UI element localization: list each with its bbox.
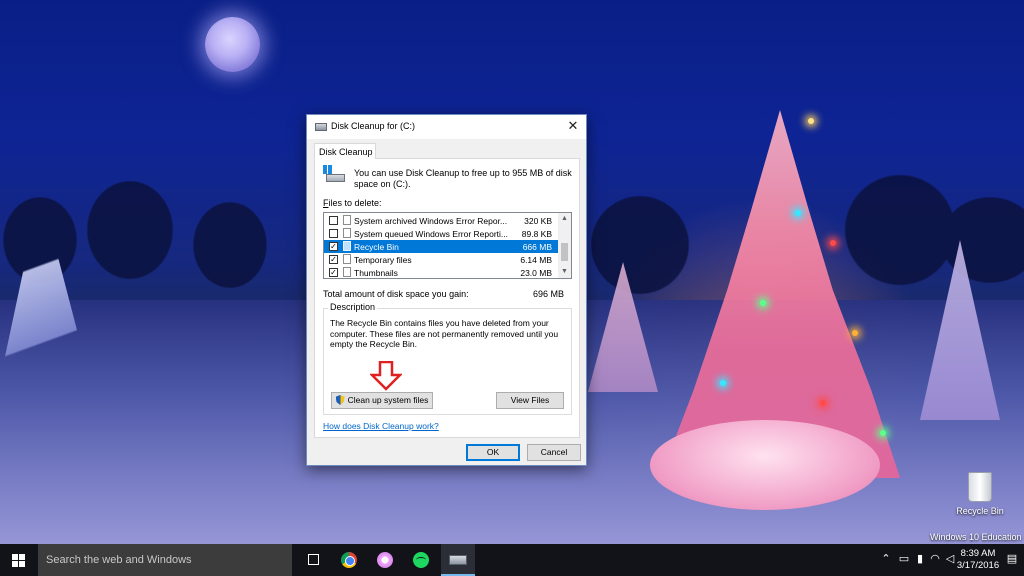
checkbox-checked[interactable]: ✓ <box>329 268 338 277</box>
files-to-delete-list[interactable]: System archived Windows Error Repor... 3… <box>323 212 572 279</box>
recycle-bin-label: Recycle Bin <box>956 506 1004 516</box>
tree-light <box>760 300 766 306</box>
start-button[interactable] <box>0 544 38 576</box>
taskbar: Search the web and Windows ⌃ ▭ ▮ ◠ ◁ 8:3… <box>0 544 1024 576</box>
spotify-button[interactable] <box>404 544 438 576</box>
wifi-icon[interactable]: ◠ <box>929 553 941 565</box>
tree-light <box>852 330 858 336</box>
file-icon <box>343 228 351 238</box>
windows-logo-icon <box>12 554 25 567</box>
tree-light <box>880 430 886 436</box>
cancel-button[interactable]: Cancel <box>527 444 581 461</box>
checkbox-checked[interactable]: ✓ <box>329 242 338 251</box>
scroll-up-icon[interactable]: ▲ <box>558 213 571 225</box>
scrollbar-thumb[interactable] <box>561 243 568 261</box>
chrome-button[interactable] <box>332 544 366 576</box>
action-center-icon[interactable]: ▤ <box>1006 553 1018 565</box>
view-files-button[interactable]: View Files <box>496 392 564 409</box>
itunes-icon <box>377 552 393 568</box>
total-space-value: 696 MB <box>532 289 564 299</box>
checkbox[interactable] <box>329 216 338 225</box>
clock-time: 8:39 AM <box>960 548 996 559</box>
task-view-icon <box>308 554 319 565</box>
chevron-up-icon[interactable]: ⌃ <box>880 553 892 565</box>
tab-disk-cleanup[interactable]: Disk Cleanup <box>314 143 376 159</box>
intro-text: You can use Disk Cleanup to free up to 9… <box>354 168 572 189</box>
file-icon <box>343 254 351 264</box>
close-button[interactable]: ✕ <box>562 116 584 136</box>
itunes-button[interactable] <box>368 544 402 576</box>
disk-cleanup-app-icon <box>315 123 327 131</box>
spotify-icon <box>413 552 429 568</box>
recycle-bin-desktop-icon[interactable]: Recycle Bin <box>952 472 1008 516</box>
description-legend: Description <box>328 302 378 312</box>
drive-icon <box>323 165 345 183</box>
task-view-button[interactable] <box>296 544 330 576</box>
recycle-bin-icon <box>343 241 351 251</box>
snow-mound <box>650 420 880 510</box>
ok-button[interactable]: OK <box>466 444 520 461</box>
recycle-bin-icon <box>968 472 992 502</box>
disk-cleanup-dialog: Disk Cleanup for (C:) ✕ Disk Cleanup You… <box>306 114 587 466</box>
dialog-titlebar[interactable]: Disk Cleanup for (C:) ✕ <box>307 115 586 139</box>
checkbox[interactable] <box>329 229 338 238</box>
moon <box>205 17 260 72</box>
system-clock[interactable]: 8:39 AM 3/17/2016 <box>950 548 1006 572</box>
list-item[interactable]: System queued Windows Error Reporti... 8… <box>324 227 558 240</box>
tree-light <box>795 210 801 216</box>
description-text: The Recycle Bin contains files you have … <box>330 318 559 349</box>
dialog-title: Disk Cleanup for (C:) <box>331 121 416 131</box>
close-icon: ✕ <box>567 118 579 133</box>
tree-light <box>820 400 826 406</box>
clock-date: 3/17/2016 <box>956 560 1000 571</box>
scroll-down-icon[interactable]: ▼ <box>558 266 571 278</box>
battery-icon[interactable]: ▮ <box>914 553 926 565</box>
search-box[interactable]: Search the web and Windows <box>38 544 292 576</box>
windows-edition-watermark: Windows 10 Education <box>930 532 1022 542</box>
list-item[interactable]: ✓ Thumbnails 23.0 MB <box>324 266 558 278</box>
file-icon <box>343 215 351 225</box>
list-scrollbar[interactable]: ▲ ▼ <box>558 213 571 278</box>
disk-cleanup-icon <box>449 555 467 565</box>
file-icon <box>343 267 351 277</box>
tree-light <box>808 118 814 124</box>
files-to-delete-label: Files to delete: <box>323 198 382 208</box>
list-item-selected[interactable]: ✓ Recycle Bin 666 MB <box>324 240 558 253</box>
checkbox-checked[interactable]: ✓ <box>329 255 338 264</box>
chrome-icon <box>341 552 357 568</box>
list-item[interactable]: ✓ Temporary files 6.14 MB <box>324 253 558 266</box>
total-space-label: Total amount of disk space you gain: <box>323 289 469 299</box>
uac-shield-icon <box>335 395 345 405</box>
tree-light <box>720 380 726 386</box>
help-link[interactable]: How does Disk Cleanup work? <box>323 421 439 431</box>
tablet-mode-icon[interactable]: ▭ <box>898 553 910 565</box>
tree-light <box>830 240 836 246</box>
annotation-arrow-icon <box>370 361 402 391</box>
list-item[interactable]: System archived Windows Error Repor... 3… <box>324 214 558 227</box>
clean-up-system-files-button[interactable]: Clean up system files <box>331 392 433 409</box>
disk-cleanup-taskbar-button[interactable] <box>441 544 475 576</box>
